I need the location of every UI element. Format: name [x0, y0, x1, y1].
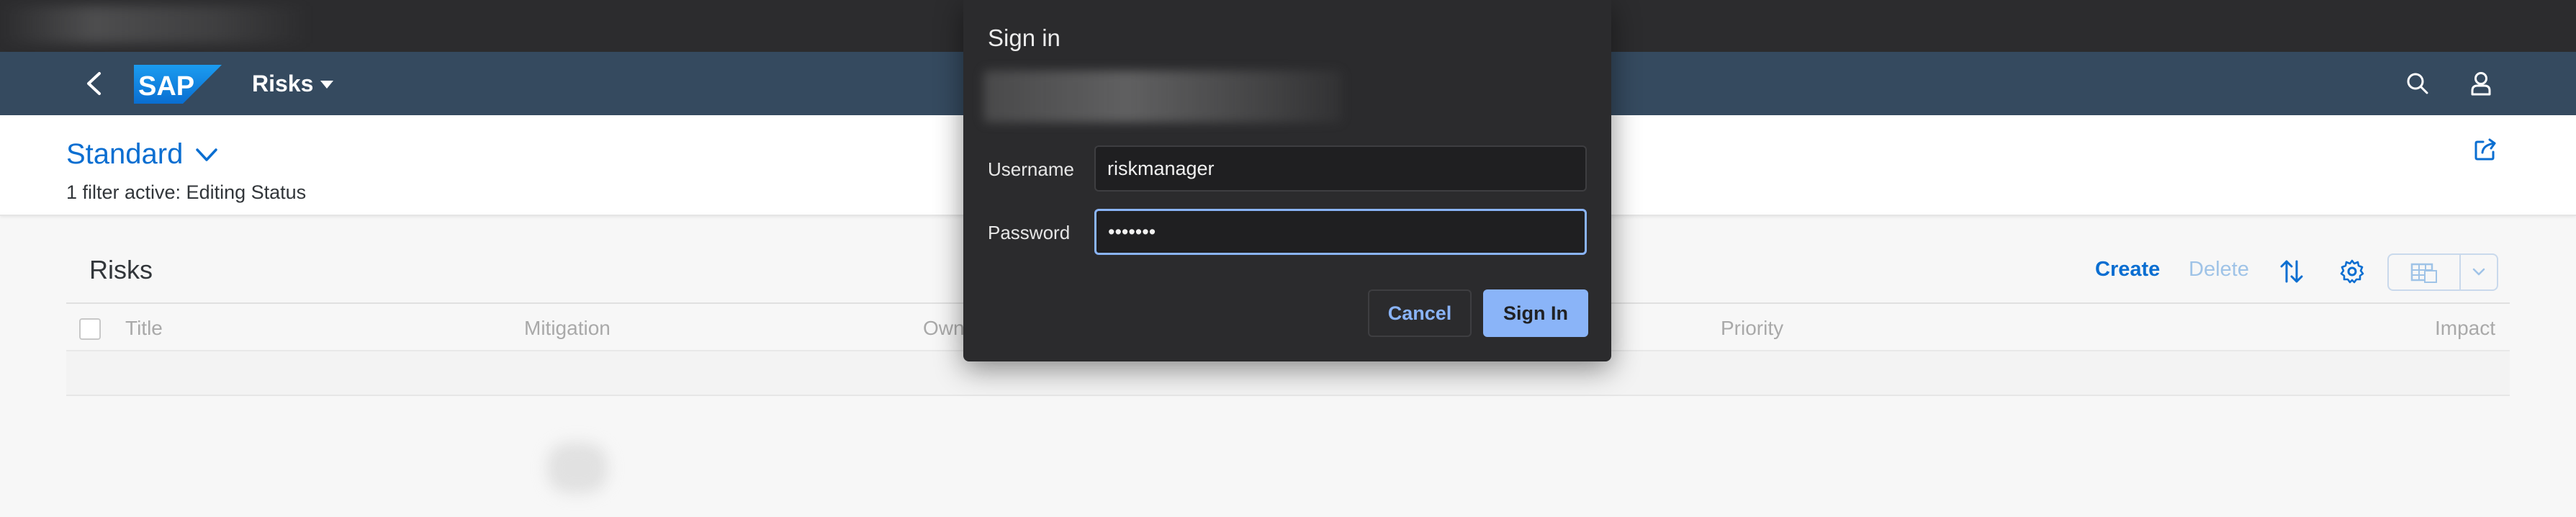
caret-down-icon: [320, 81, 334, 89]
share-icon: [2474, 138, 2496, 161]
sort-icon: [2280, 260, 2303, 283]
share-button[interactable]: [2469, 134, 2501, 166]
export-dropdown-button[interactable]: [2461, 255, 2497, 289]
sort-button[interactable]: [2275, 255, 2308, 288]
select-all-checkbox[interactable]: [79, 318, 101, 340]
delete-button[interactable]: Delete: [2189, 258, 2249, 282]
column-header-impact[interactable]: Impact: [2435, 317, 2495, 340]
settings-button[interactable]: [2336, 255, 2369, 288]
sign-in-button[interactable]: Sign In: [1483, 289, 1588, 337]
username-label: Username: [988, 158, 1074, 180]
filter-status: 1 filter active: Editing Status: [66, 181, 307, 203]
search-icon: [2407, 73, 2428, 94]
chevron-down-icon: [196, 148, 218, 161]
create-button[interactable]: Create: [2095, 258, 2160, 282]
export-split-button[interactable]: [2387, 253, 2498, 291]
column-header-mitigation[interactable]: Mitigation: [524, 317, 611, 340]
obscured-content: [547, 443, 608, 493]
gear-icon: [2340, 259, 2364, 284]
cancel-button[interactable]: Cancel: [1368, 289, 1472, 337]
column-header-priority[interactable]: Priority: [1721, 317, 1783, 340]
table-title: Risks: [89, 255, 153, 284]
spreadsheet-icon: [2410, 263, 2437, 283]
svg-text:SAP: SAP: [138, 71, 194, 102]
chevron-down-icon: [2472, 268, 2485, 276]
site-origin-obscured: [983, 71, 1342, 122]
password-label: Password: [988, 222, 1071, 243]
dialog-title: Sign in: [988, 24, 1060, 51]
browser-tab-obscured: [0, 6, 310, 43]
variant-selector[interactable]: Standard: [66, 138, 219, 171]
column-header-title[interactable]: Title: [125, 317, 163, 340]
column-header-owner[interactable]: Own: [923, 317, 965, 340]
variant-label: Standard: [66, 138, 184, 170]
username-field[interactable]: [1094, 145, 1587, 192]
export-button[interactable]: [2389, 255, 2461, 289]
back-icon: [87, 72, 101, 95]
sign-in-dialog: Sign in Username Password Cancel Sign In: [963, 0, 1611, 361]
back-button[interactable]: [75, 65, 112, 102]
app-title: Risks: [252, 70, 314, 96]
sap-logo: SAP: [134, 65, 222, 104]
user-button[interactable]: [2465, 68, 2497, 99]
app-title-menu[interactable]: Risks: [252, 68, 334, 99]
user-icon: [2471, 72, 2491, 96]
password-field[interactable]: [1094, 209, 1587, 255]
search-button[interactable]: [2402, 68, 2433, 99]
